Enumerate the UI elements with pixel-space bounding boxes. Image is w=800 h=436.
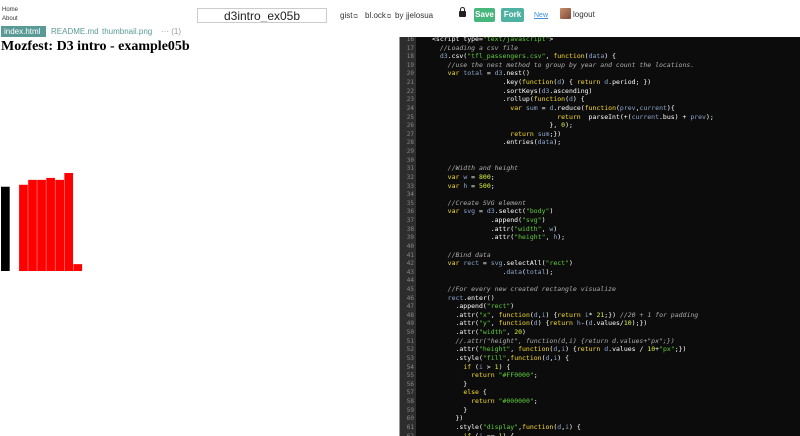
chart-bar <box>37 179 46 271</box>
chart-bar <box>55 179 64 271</box>
author-link[interactable]: jjelosua <box>406 11 433 20</box>
fork-button[interactable]: Fork <box>501 8 524 22</box>
chart-bar <box>19 184 28 271</box>
home-link[interactable]: Home <box>2 7 18 13</box>
tab-more[interactable]: ··· (1) <box>161 26 185 37</box>
gist-title-input[interactable] <box>197 8 327 23</box>
top-bar: Home About gist⧉ bl.ock⧉ by jjelosua Sav… <box>0 0 800 26</box>
file-tabs: index.html README.md thumbnail.png ··· (… <box>0 26 400 37</box>
tab-readme[interactable]: README.md <box>51 26 99 37</box>
tab-index-html[interactable]: index.html <box>1 26 46 37</box>
lock-icon[interactable] <box>459 7 466 17</box>
logout-link[interactable]: logout <box>573 10 595 19</box>
block-link[interactable]: bl.ock⧉ <box>365 11 391 21</box>
chart-bar <box>28 179 37 271</box>
line-number: 62 <box>401 432 414 436</box>
gist-link[interactable]: gist⧉ <box>340 11 358 21</box>
code-line[interactable]: 62 if (i == 1) { <box>400 432 800 436</box>
new-gist-link[interactable]: New <box>534 12 548 19</box>
gist-link-label: gist <box>340 11 353 20</box>
by-label: by <box>395 11 404 20</box>
tab-thumbnail[interactable]: thumbnail.png <box>102 26 158 37</box>
about-link[interactable]: About <box>2 16 18 22</box>
block-link-label: bl.ock <box>365 11 386 20</box>
bar-chart <box>1 173 83 271</box>
save-button[interactable]: Save <box>474 8 495 22</box>
code-text: if (i == 1) { <box>463 431 515 436</box>
chart-bar <box>73 264 83 271</box>
external-link-icon: ⧉ <box>353 14 358 20</box>
chart-bar <box>46 177 55 271</box>
chart-bar <box>1 186 10 271</box>
external-link-icon: ⧉ <box>386 14 392 20</box>
avatar <box>560 8 571 19</box>
chart-bar <box>64 173 74 271</box>
code-editor[interactable]: 16 <script type="text/javascript"> 17 //Lo… <box>400 37 800 436</box>
preview-pane: Mozfest: D3 intro - example05b <box>0 37 400 436</box>
